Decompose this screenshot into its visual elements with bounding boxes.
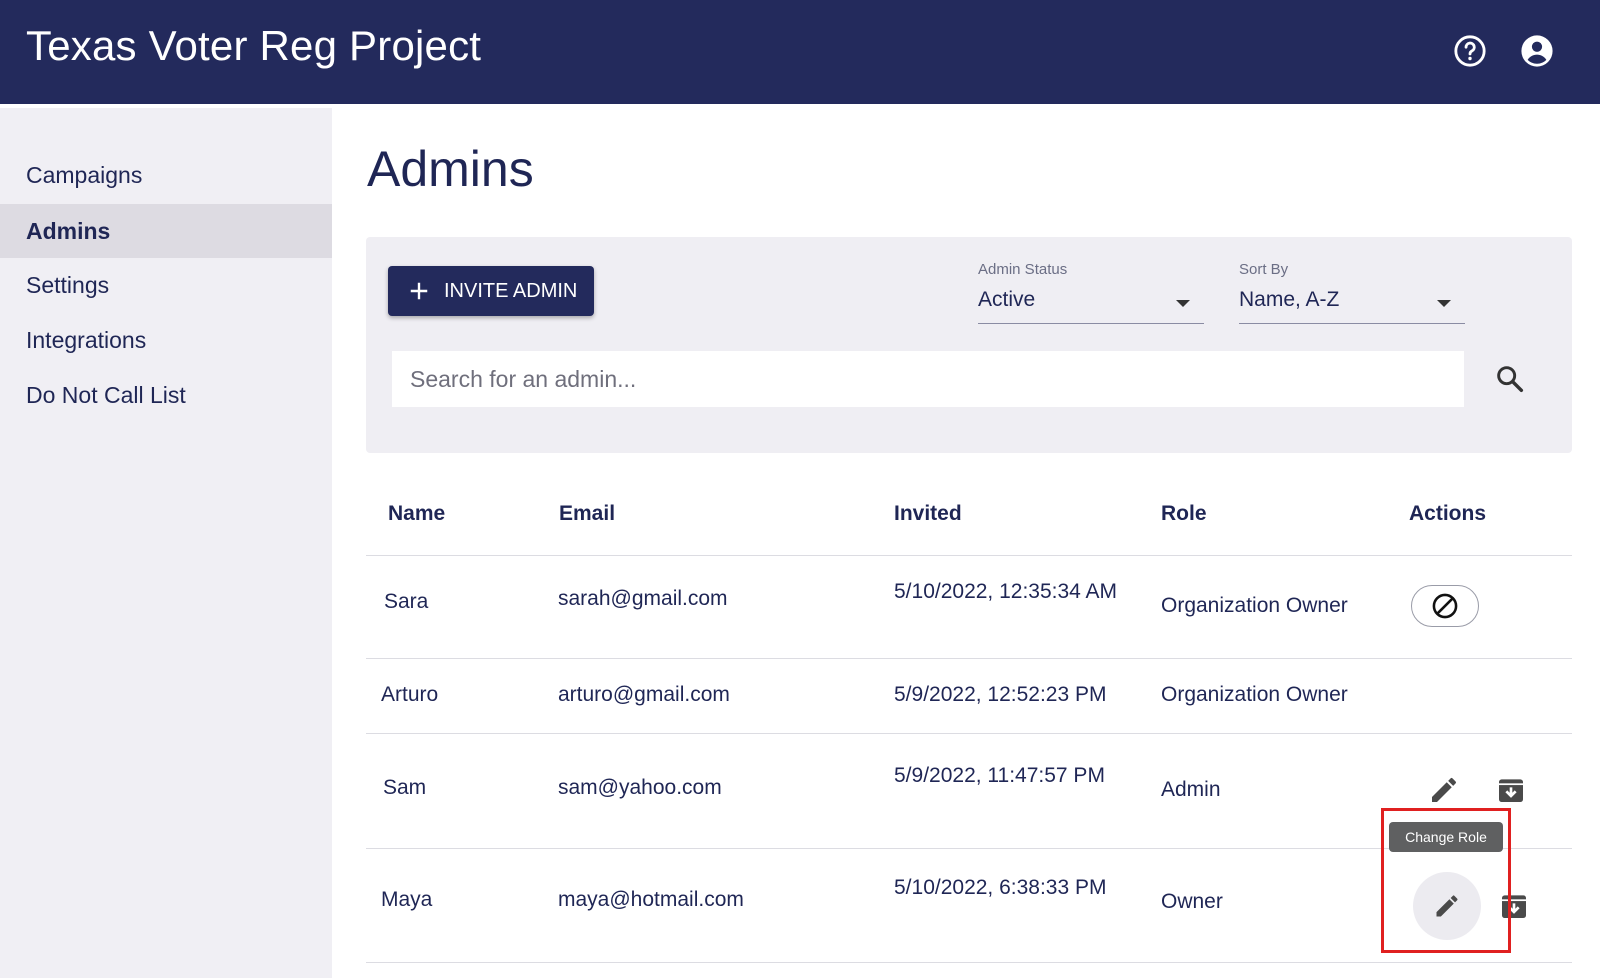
help-circle-icon[interactable] — [1453, 34, 1487, 68]
cell-role: Admin — [1161, 778, 1221, 801]
cell-role: Organization Owner — [1161, 594, 1348, 617]
highlight-box — [1381, 808, 1511, 953]
cell-role: Organization Owner — [1161, 683, 1348, 706]
filter-panel: INVITE ADMIN Admin Status Active Sort By… — [366, 237, 1572, 453]
column-header-role: Role — [1161, 502, 1207, 525]
block-admin-button[interactable] — [1411, 585, 1479, 627]
sort-by-select[interactable]: Sort By Name, A-Z — [1239, 257, 1465, 324]
sidebar: Campaigns Admins Settings Integrations D… — [0, 108, 332, 978]
sidebar-item-campaigns[interactable]: Campaigns — [0, 148, 332, 202]
cell-invited: 5/9/2022, 11:47:57 PM — [894, 764, 1105, 787]
pencil-icon[interactable] — [1428, 774, 1460, 806]
column-header-name: Name — [388, 502, 446, 525]
cell-email: arturo@gmail.com — [558, 683, 730, 706]
admin-status-value: Active — [978, 288, 1036, 311]
cell-email: maya@hotmail.com — [558, 888, 744, 911]
search-icon[interactable] — [1494, 363, 1526, 395]
invite-admin-button[interactable]: INVITE ADMIN — [388, 266, 594, 316]
page-title: Admins — [367, 141, 534, 197]
column-header-email: Email — [559, 502, 616, 525]
account-circle-icon[interactable] — [1520, 34, 1554, 68]
column-header-invited: Invited — [894, 502, 962, 525]
cell-name: Maya — [381, 888, 433, 911]
block-icon — [1432, 593, 1458, 619]
search-input[interactable] — [392, 351, 1464, 407]
cell-invited: 5/9/2022, 12:52:23 PM — [894, 683, 1107, 706]
sidebar-item-settings[interactable]: Settings — [0, 258, 332, 312]
column-header-actions: Actions — [1409, 502, 1487, 525]
sort-by-value: Name, A-Z — [1239, 288, 1340, 311]
cell-invited: 5/10/2022, 6:38:33 PM — [894, 876, 1107, 899]
top-app-bar: Texas Voter Reg Project — [0, 0, 1600, 104]
cell-name: Sara — [384, 590, 429, 613]
invite-admin-label: INVITE ADMIN — [444, 280, 578, 302]
cell-email: sarah@gmail.com — [558, 587, 728, 610]
chevron-down-icon — [1437, 300, 1451, 307]
sidebar-item-integrations[interactable]: Integrations — [0, 313, 332, 367]
app-title: Texas Voter Reg Project — [26, 22, 482, 69]
archive-icon[interactable] — [1495, 774, 1527, 806]
cell-name: Sam — [383, 776, 427, 799]
cell-name: Arturo — [381, 683, 439, 706]
sort-by-label: Sort By — [1239, 261, 1289, 278]
admin-status-select[interactable]: Admin Status Active — [978, 257, 1204, 324]
cell-invited: 5/10/2022, 12:35:34 AM — [894, 580, 1118, 603]
sidebar-item-admins[interactable]: Admins — [0, 204, 332, 258]
row-divider — [366, 733, 1572, 734]
row-divider — [366, 962, 1572, 963]
cell-email: sam@yahoo.com — [558, 776, 722, 799]
chevron-down-icon — [1176, 300, 1190, 307]
plus-icon — [410, 282, 428, 300]
admin-status-label: Admin Status — [978, 261, 1068, 278]
row-divider — [366, 658, 1572, 659]
cell-role: Owner — [1161, 890, 1223, 913]
sidebar-item-do-not-call-list[interactable]: Do Not Call List — [0, 368, 332, 422]
row-divider — [366, 555, 1572, 556]
